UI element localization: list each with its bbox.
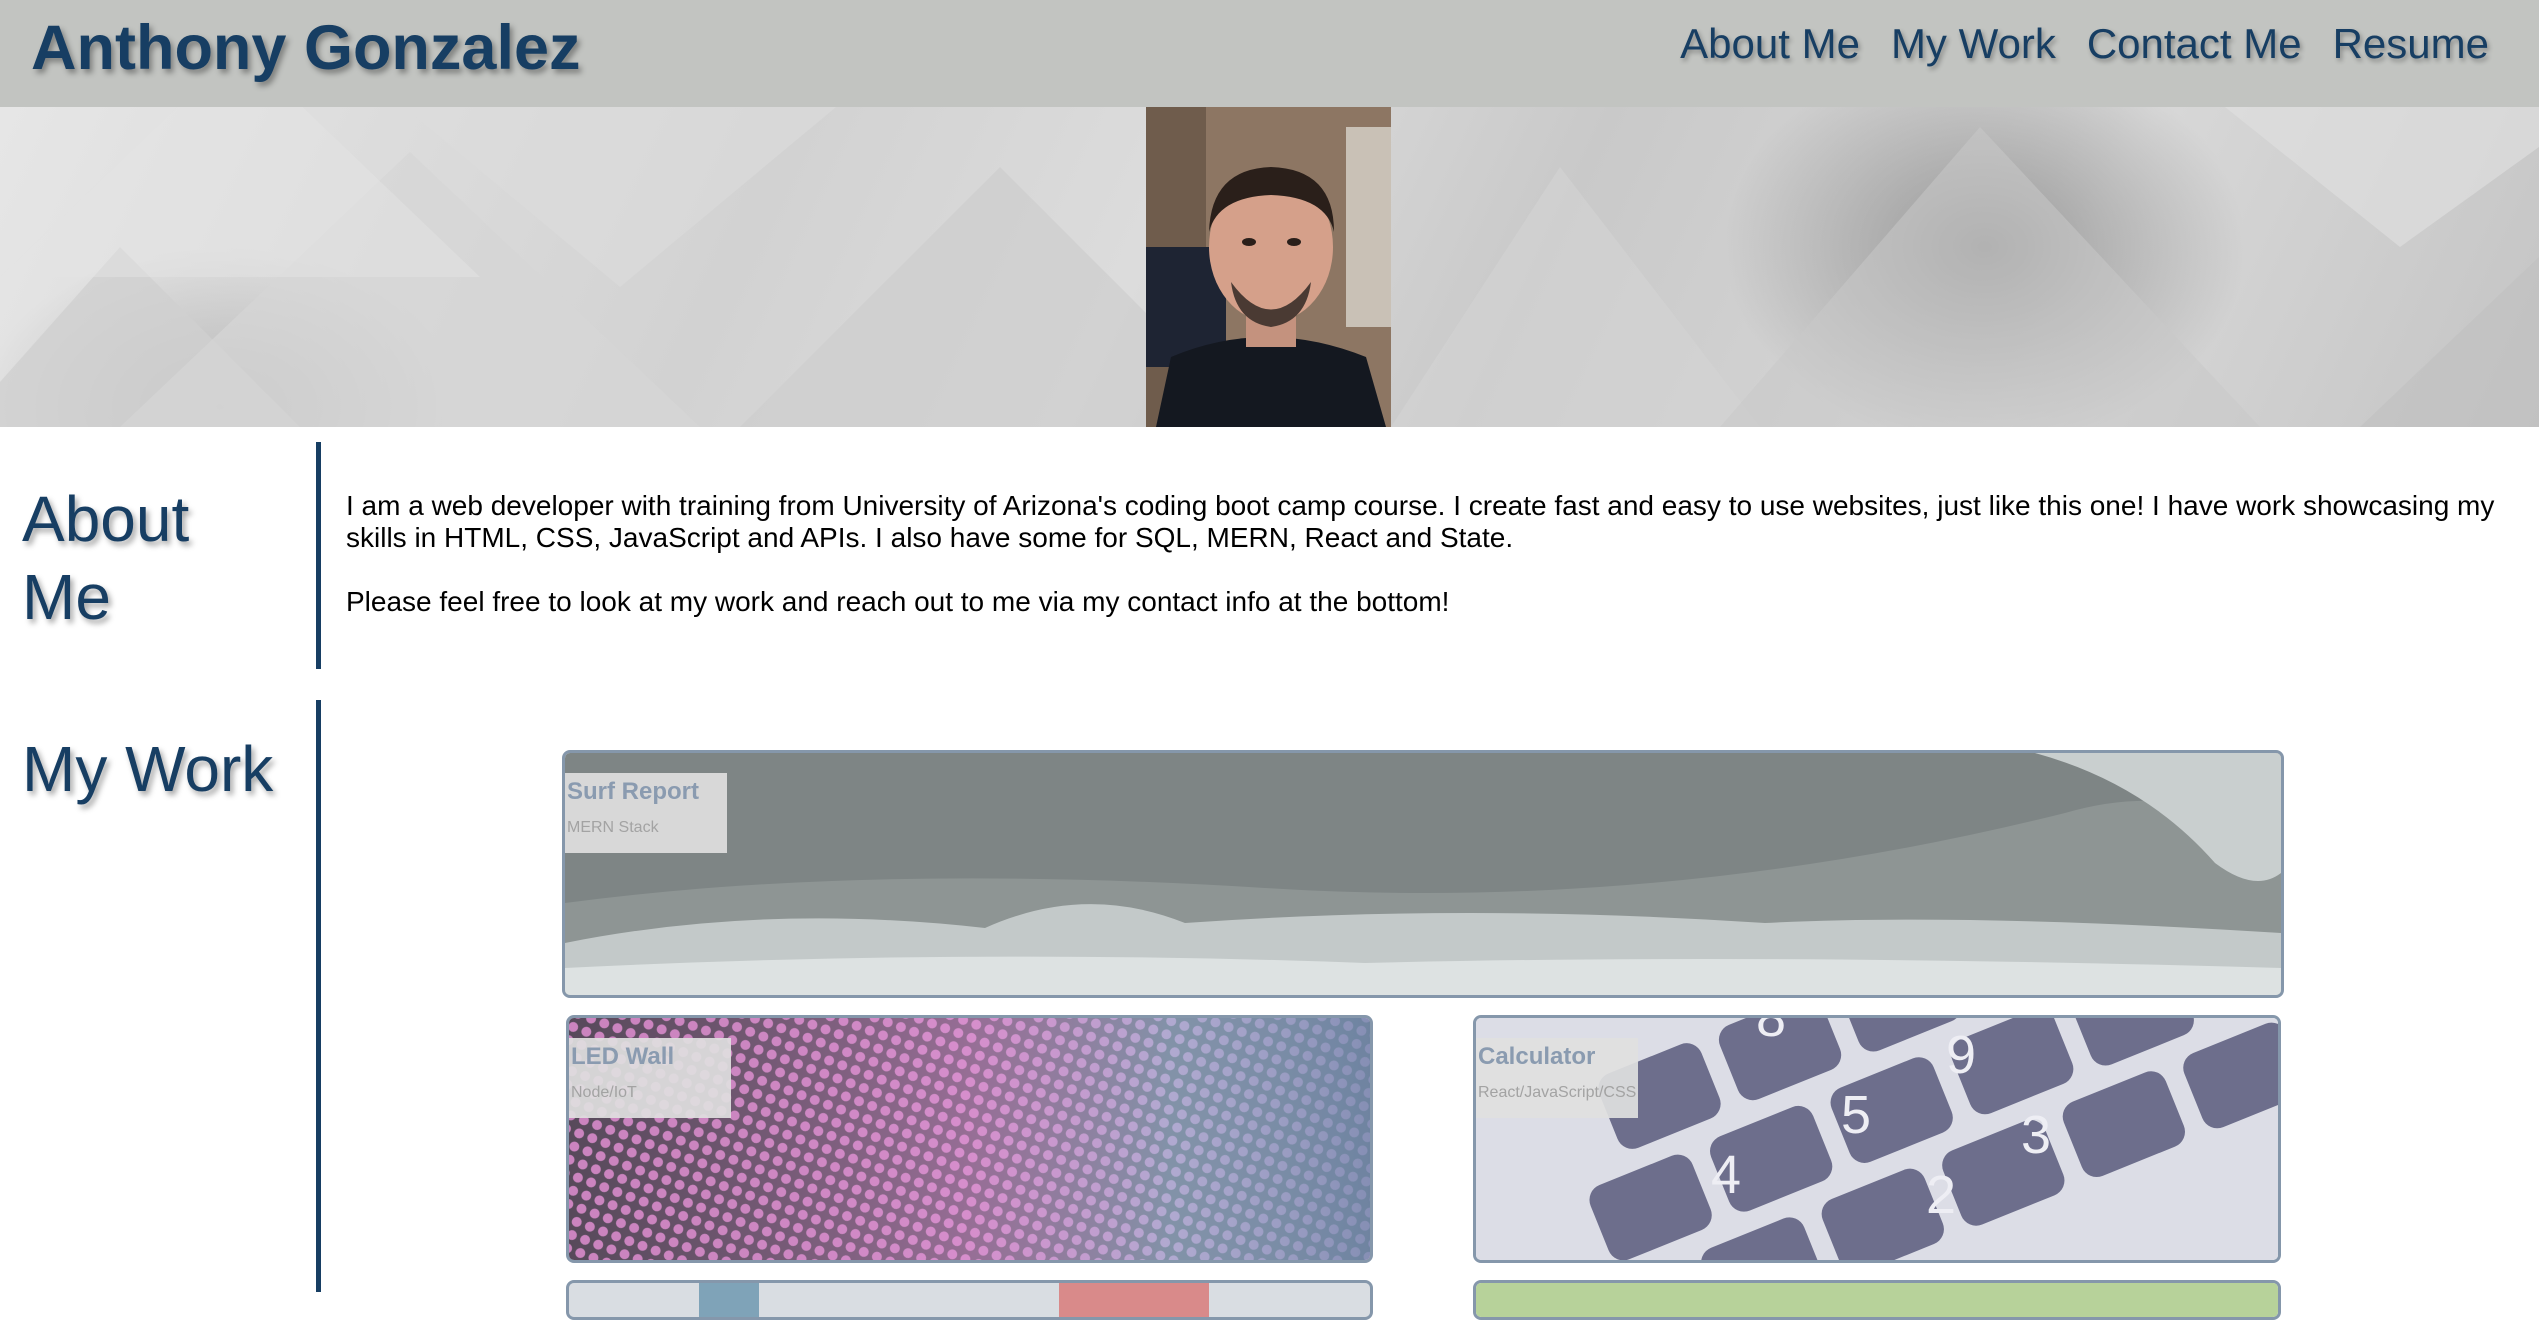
svg-text:9: 9 [1946,1025,1976,1085]
profile-photo [1146,107,1391,427]
about-paragraph: I am a web developer with training from … [346,490,2495,553]
svg-text:2: 2 [1926,1165,1956,1225]
work-heading: My Work [22,733,274,805]
project-card-next[interactable] [1473,1280,2281,1320]
project-name: Surf Report [567,778,699,805]
svg-text:3: 3 [2021,1105,2051,1165]
project-name: Calculator [1478,1043,1596,1070]
project-stack: MERN Stack [567,819,659,836]
svg-text:5: 5 [1841,1085,1871,1145]
project-image [1476,1283,2278,1317]
project-name: LED Wall [571,1043,675,1070]
person-icon [1146,107,1391,427]
nav-link-resume[interactable]: Resume [2333,20,2489,68]
project-card-calculator[interactable]: 8 9 5 3 4 2 Calculator React/JavaScript/… [1473,1015,2281,1263]
nav-link-about-me[interactable]: About Me [1680,20,1860,68]
site-header: Anthony Gonzalez About Me My Work Contac… [0,0,2539,107]
project-label: LED Wall Node/IoT [569,1038,731,1118]
project-stack: React/JavaScript/CSS [1478,1084,1637,1101]
hero-banner [0,107,2539,427]
project-stack: Node/IoT [571,1084,637,1101]
project-card-surf-report[interactable]: Surf Report MERN Stack [562,750,2284,998]
project-card-next[interactable] [566,1280,1373,1320]
project-label: Calculator React/JavaScript/CSS [1476,1038,1638,1118]
project-label: Surf Report MERN Stack [565,773,727,853]
about-paragraph: Please feel free to look at my work and … [346,586,1450,617]
svg-text:4: 4 [1711,1145,1741,1205]
wave-image [565,753,2281,995]
project-card-led-wall[interactable]: LED Wall Node/IoT [566,1015,1373,1263]
svg-text:8: 8 [1756,1018,1786,1048]
nav-link-contact-me[interactable]: Contact Me [2087,20,2302,68]
nav-link-my-work[interactable]: My Work [1891,20,2056,68]
work-divider [316,700,321,1292]
project-image [569,1283,1370,1317]
about-text: I am a web developer with training from … [346,490,2506,650]
site-title: Anthony Gonzalez [31,13,581,83]
about-heading: About Me [22,483,190,633]
main-nav: About Me My Work Contact Me Resume [1680,20,2489,68]
about-divider [316,442,321,669]
